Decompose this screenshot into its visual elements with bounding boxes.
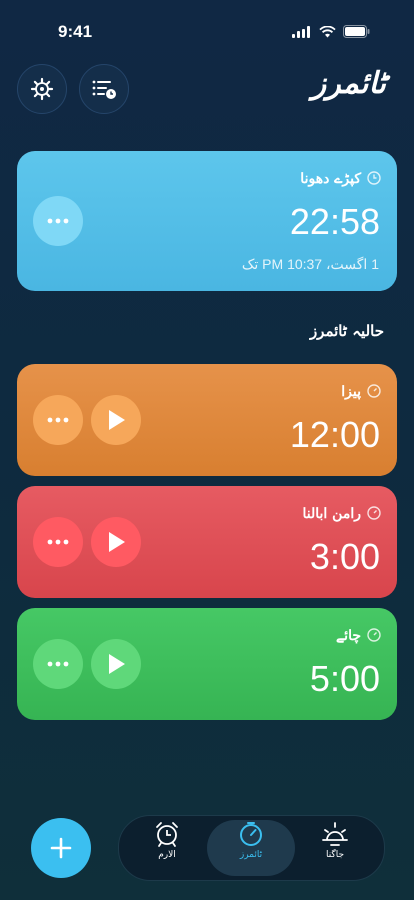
- clock-icon: [367, 171, 381, 185]
- add-timer-button[interactable]: [31, 818, 91, 878]
- timer-icon: [240, 822, 262, 846]
- timer-icon: [367, 384, 381, 398]
- more-dots-icon: [47, 539, 69, 545]
- recent-timer-card[interactable]: رامن ابالنا 3:00: [17, 486, 397, 598]
- timer-duration: 3:00: [309, 536, 380, 577]
- timer-icon: [367, 628, 381, 642]
- timer-name: رامن ابالنا: [302, 506, 362, 522]
- recent-timer-card[interactable]: پیزا 12:00: [17, 364, 397, 476]
- cellular-signal-icon: [292, 25, 310, 38]
- status-time: 9:41: [58, 22, 93, 41]
- recent-timer-card[interactable]: چائے 5:00: [17, 608, 397, 720]
- more-dots-icon: [47, 417, 69, 423]
- tab-label: ٹائمرز: [239, 850, 263, 860]
- timer-duration: 22:58: [289, 201, 380, 242]
- history-list-button[interactable]: [79, 64, 129, 114]
- play-icon: [109, 532, 125, 552]
- timer-name: چائے: [335, 628, 361, 644]
- timer-options-button[interactable]: [33, 517, 83, 567]
- tab-label: جاگنا: [325, 850, 345, 860]
- tab-alarm[interactable]: الارم: [123, 820, 211, 876]
- gear-icon: [30, 77, 54, 101]
- tab-timers[interactable]: ٹائمرز: [207, 820, 295, 876]
- tab-wake[interactable]: جاگنا: [291, 820, 379, 876]
- timer-end-time: 1 اگست، 10:37 PM تک: [241, 256, 379, 272]
- play-icon: [109, 654, 125, 674]
- wifi-icon: [319, 25, 336, 37]
- settings-button[interactable]: [17, 64, 67, 114]
- timer-options-button[interactable]: [33, 395, 83, 445]
- tab-bar: الارم ٹائمرز جاگنا: [118, 815, 385, 881]
- plus-icon: [50, 837, 72, 859]
- play-icon: [109, 410, 125, 430]
- recent-timers-heading: حالیہ ٹائمرز: [309, 322, 384, 340]
- active-timer-card[interactable]: کپڑے دھونا 22:58 1 اگست، 10:37 PM تک: [17, 151, 397, 291]
- timer-icon: [367, 506, 381, 520]
- tab-label: الارم: [158, 850, 176, 860]
- list-clock-icon: [92, 80, 116, 99]
- more-dots-icon: [47, 661, 69, 667]
- timer-options-button[interactable]: [33, 196, 83, 246]
- page-title: ٹائمرز: [311, 66, 386, 101]
- play-button[interactable]: [91, 517, 141, 567]
- battery-icon: [343, 25, 370, 38]
- timer-duration: 5:00: [309, 658, 380, 699]
- sunrise-icon: [322, 822, 348, 846]
- status-bar: 9:41: [0, 0, 414, 60]
- play-button[interactable]: [91, 639, 141, 689]
- timer-duration: 12:00: [289, 414, 380, 455]
- timer-options-button[interactable]: [33, 639, 83, 689]
- timer-name: پیزا: [341, 384, 361, 400]
- timer-name: کپڑے دھونا: [300, 171, 361, 187]
- play-button[interactable]: [91, 395, 141, 445]
- more-dots-icon: [47, 218, 69, 224]
- alarm-clock-icon: [156, 822, 178, 847]
